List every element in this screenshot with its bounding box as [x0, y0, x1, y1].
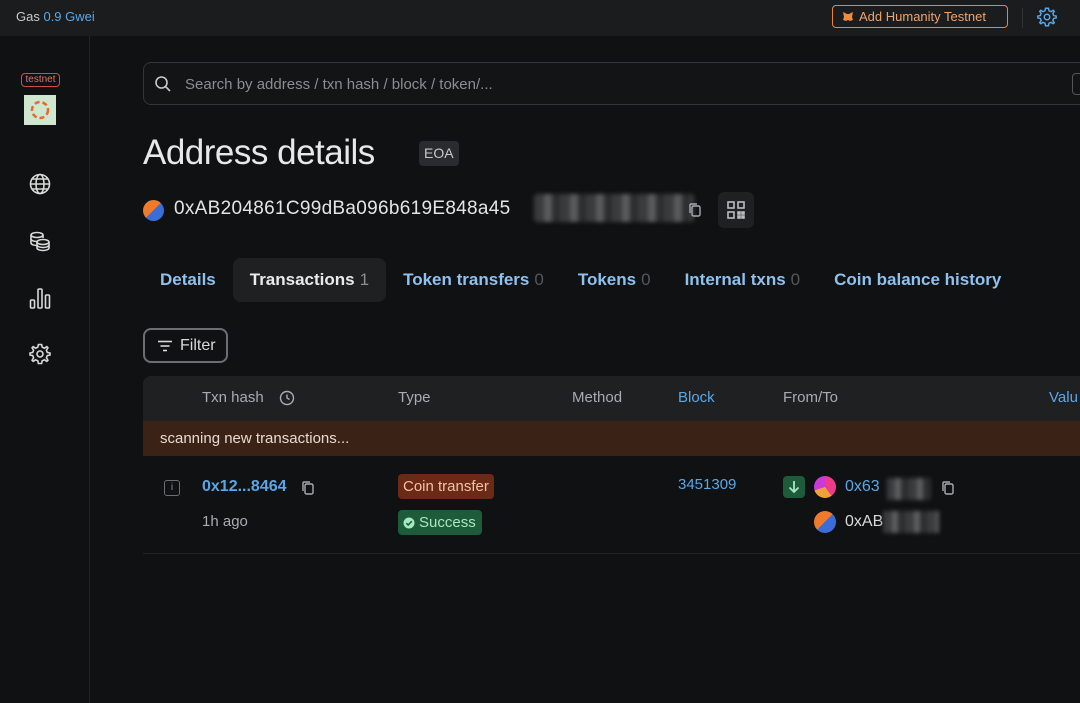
qr-code-icon [727, 201, 745, 219]
gas-price: Gas 0.9 Gwei [16, 9, 95, 24]
info-icon[interactable]: i [164, 480, 180, 496]
filter-label: Filter [180, 336, 216, 354]
gas-value[interactable]: 0.9 Gwei [43, 9, 94, 24]
tab-label: Details [160, 270, 216, 289]
tab-label: Token transfers [403, 270, 530, 289]
address-hash: 0xAB204861C99dBa096b619E848a45 [174, 198, 511, 219]
testnet-badge: testnet [21, 73, 60, 87]
page-title: Address details [143, 133, 375, 172]
search-icon [155, 76, 171, 92]
search-bar[interactable]: Search by address / txn hash / block / t… [143, 62, 1080, 105]
tab-count: 1 [359, 270, 370, 289]
check-circle-icon [403, 517, 415, 528]
tab-count: 0 [641, 270, 651, 289]
block-link[interactable]: 3451309 [678, 476, 736, 493]
status-label: Success [419, 514, 476, 531]
qr-code-button[interactable] [718, 192, 754, 228]
txn-type-badge: Coin transfer [398, 474, 494, 499]
gear-icon[interactable] [28, 342, 52, 366]
gas-label: Gas [16, 9, 40, 24]
column-from-to: From/To [783, 389, 839, 406]
tab-internal-txns[interactable]: Internal txns 0 [668, 258, 818, 302]
tab-label: Internal txns [684, 270, 786, 289]
copy-icon[interactable] [940, 480, 956, 496]
settings-gear-icon[interactable] [1036, 6, 1058, 28]
redacted-address-part [534, 194, 694, 222]
column-txn-hash: Txn hash [202, 389, 264, 406]
tab-label: Coin balance history [834, 270, 1002, 289]
tab-transactions[interactable]: Transactions 1 [232, 258, 387, 302]
tab-label: Transactions [249, 270, 355, 289]
incoming-direction-badge [783, 476, 805, 498]
address-avatar [143, 199, 164, 221]
tab-coin-balance-history[interactable]: Coin balance history [817, 258, 1018, 302]
add-network-label: Add Humanity Testnet [859, 9, 986, 24]
column-block[interactable]: Block [678, 389, 715, 406]
filter-button[interactable]: Filter [143, 328, 228, 363]
filter-icon [158, 340, 172, 351]
copy-icon[interactable] [687, 202, 703, 218]
column-method: Method [572, 389, 623, 406]
sidebar: testnet [0, 36, 90, 703]
divider [1022, 8, 1023, 28]
network-logo-icon [30, 100, 50, 120]
tab-count: 0 [534, 270, 544, 289]
search-input[interactable]: Search by address / txn hash / block / t… [185, 76, 493, 93]
status-badge: Success [398, 510, 482, 535]
table-row: i 0x12...8464 1h ago Coin transfer Succe… [143, 456, 1080, 554]
column-value[interactable]: Valu [1049, 389, 1078, 406]
scanning-banner: scanning new transactions... [143, 421, 1080, 456]
redacted-from-address [887, 478, 931, 500]
column-type: Type [398, 389, 431, 406]
network-logo[interactable] [24, 95, 56, 125]
metamask-icon [843, 12, 853, 21]
address-row: 0xAB204861C99dBa096b619E848a45 [143, 194, 701, 223]
tab-tokens[interactable]: Tokens 0 [561, 258, 668, 302]
to-avatar [814, 511, 836, 533]
globe-icon[interactable] [28, 172, 52, 196]
coins-icon[interactable] [28, 229, 52, 253]
txn-age: 1h ago [202, 513, 248, 530]
tab-details[interactable]: Details [143, 258, 233, 302]
from-avatar [814, 476, 836, 498]
eoa-badge: EOA [419, 141, 459, 166]
from-address-link[interactable]: 0x63 [845, 478, 880, 496]
top-bar: Gas 0.9 Gwei Add Humanity Testnet [0, 0, 1080, 36]
tab-token-transfers[interactable]: Token transfers 0 [386, 258, 561, 302]
txn-hash-link[interactable]: 0x12...8464 [202, 478, 287, 496]
redacted-to-address [883, 511, 939, 533]
tab-count: 0 [790, 270, 801, 289]
bar-chart-icon[interactable] [28, 286, 52, 310]
arrow-down-icon [788, 481, 800, 494]
clock-icon[interactable] [279, 390, 295, 406]
copy-icon[interactable] [300, 480, 316, 496]
scanning-text: scanning new transactions... [160, 430, 350, 447]
keyboard-shortcut-hint [1072, 73, 1080, 95]
to-address: 0xAB [845, 513, 884, 530]
tab-bar: Details Transactions 1 Token transfers 0 T… [143, 258, 1018, 302]
table-header: Txn hash Type Method Block From/To Valu [143, 376, 1080, 421]
tab-label: Tokens [577, 270, 637, 289]
add-network-button[interactable]: Add Humanity Testnet [832, 5, 1008, 28]
